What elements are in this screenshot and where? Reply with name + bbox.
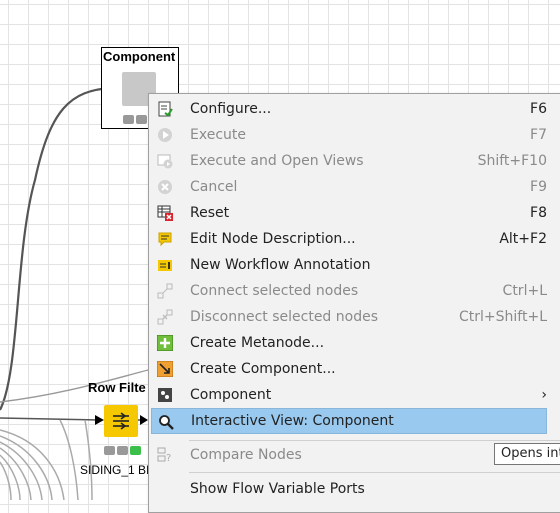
connection-line (0, 417, 101, 421)
menu-item-component-submenu[interactable]: Component › (151, 382, 560, 408)
row-filter-status-light (104, 446, 141, 455)
menu-item-edit-node-description[interactable]: Edit Node Description... Alt+F2 (151, 226, 560, 252)
create-metanode-icon (157, 335, 173, 351)
annotation-icon (157, 257, 173, 273)
menu-item-create-component[interactable]: Create Component... (151, 356, 560, 382)
connection-line (0, 461, 12, 500)
execute-icon (157, 127, 173, 143)
cancel-icon (157, 179, 173, 195)
compare-nodes-icon: ? (157, 447, 173, 463)
component-node-title: Component (103, 49, 176, 64)
menu-separator (189, 440, 560, 441)
reset-icon (157, 205, 173, 221)
row-filter-icon (113, 412, 129, 430)
menu-item-disconnect-selected-nodes[interactable]: Disconnect selected nodes Ctrl+Shift+L (151, 304, 560, 330)
svg-text:?: ? (166, 453, 171, 463)
menu-item-interactive-view[interactable]: Interactive View: Component (151, 408, 547, 434)
edit-description-icon (157, 231, 173, 247)
row-filter-node-title: Row Filte (88, 380, 146, 395)
menu-item-create-metanode[interactable]: Create Metanode... (151, 330, 560, 356)
connection-line (0, 447, 32, 500)
connect-nodes-icon (157, 283, 173, 299)
create-component-icon (157, 361, 173, 377)
connection-arrowhead (140, 415, 148, 425)
menu-separator (189, 472, 560, 473)
menu-item-execute[interactable]: Execute F7 (151, 122, 560, 148)
chevron-right-icon: › (541, 387, 547, 403)
component-submenu-icon (157, 387, 173, 403)
menu-item-reset[interactable]: Reset F8 (151, 200, 560, 226)
row-filter-node-label: SIDING_1 BI (80, 463, 150, 477)
menu-item-configure[interactable]: Configure... F6 (151, 96, 560, 122)
tooltip: Opens int (494, 443, 560, 465)
connection-line (59, 419, 79, 500)
connection-arrowhead (95, 415, 104, 425)
magnifier-icon (158, 414, 174, 430)
menu-item-execute-open-views[interactable]: Execute and Open Views Shift+F10 (151, 148, 560, 174)
connection-line (84, 419, 93, 500)
disconnect-nodes-icon (157, 309, 173, 325)
configure-icon (157, 101, 173, 117)
menu-item-connect-selected-nodes[interactable]: Connect selected nodes Ctrl+L (151, 278, 560, 304)
row-filter-node[interactable] (104, 405, 138, 437)
menu-item-show-flow-variable-ports[interactable]: Show Flow Variable Ports (151, 476, 560, 502)
connection-line (0, 86, 113, 411)
menu-item-new-workflow-annotation[interactable]: New Workflow Annotation (151, 252, 560, 278)
menu-item-cancel[interactable]: Cancel F9 (151, 174, 560, 200)
execute-open-views-icon (157, 153, 173, 169)
